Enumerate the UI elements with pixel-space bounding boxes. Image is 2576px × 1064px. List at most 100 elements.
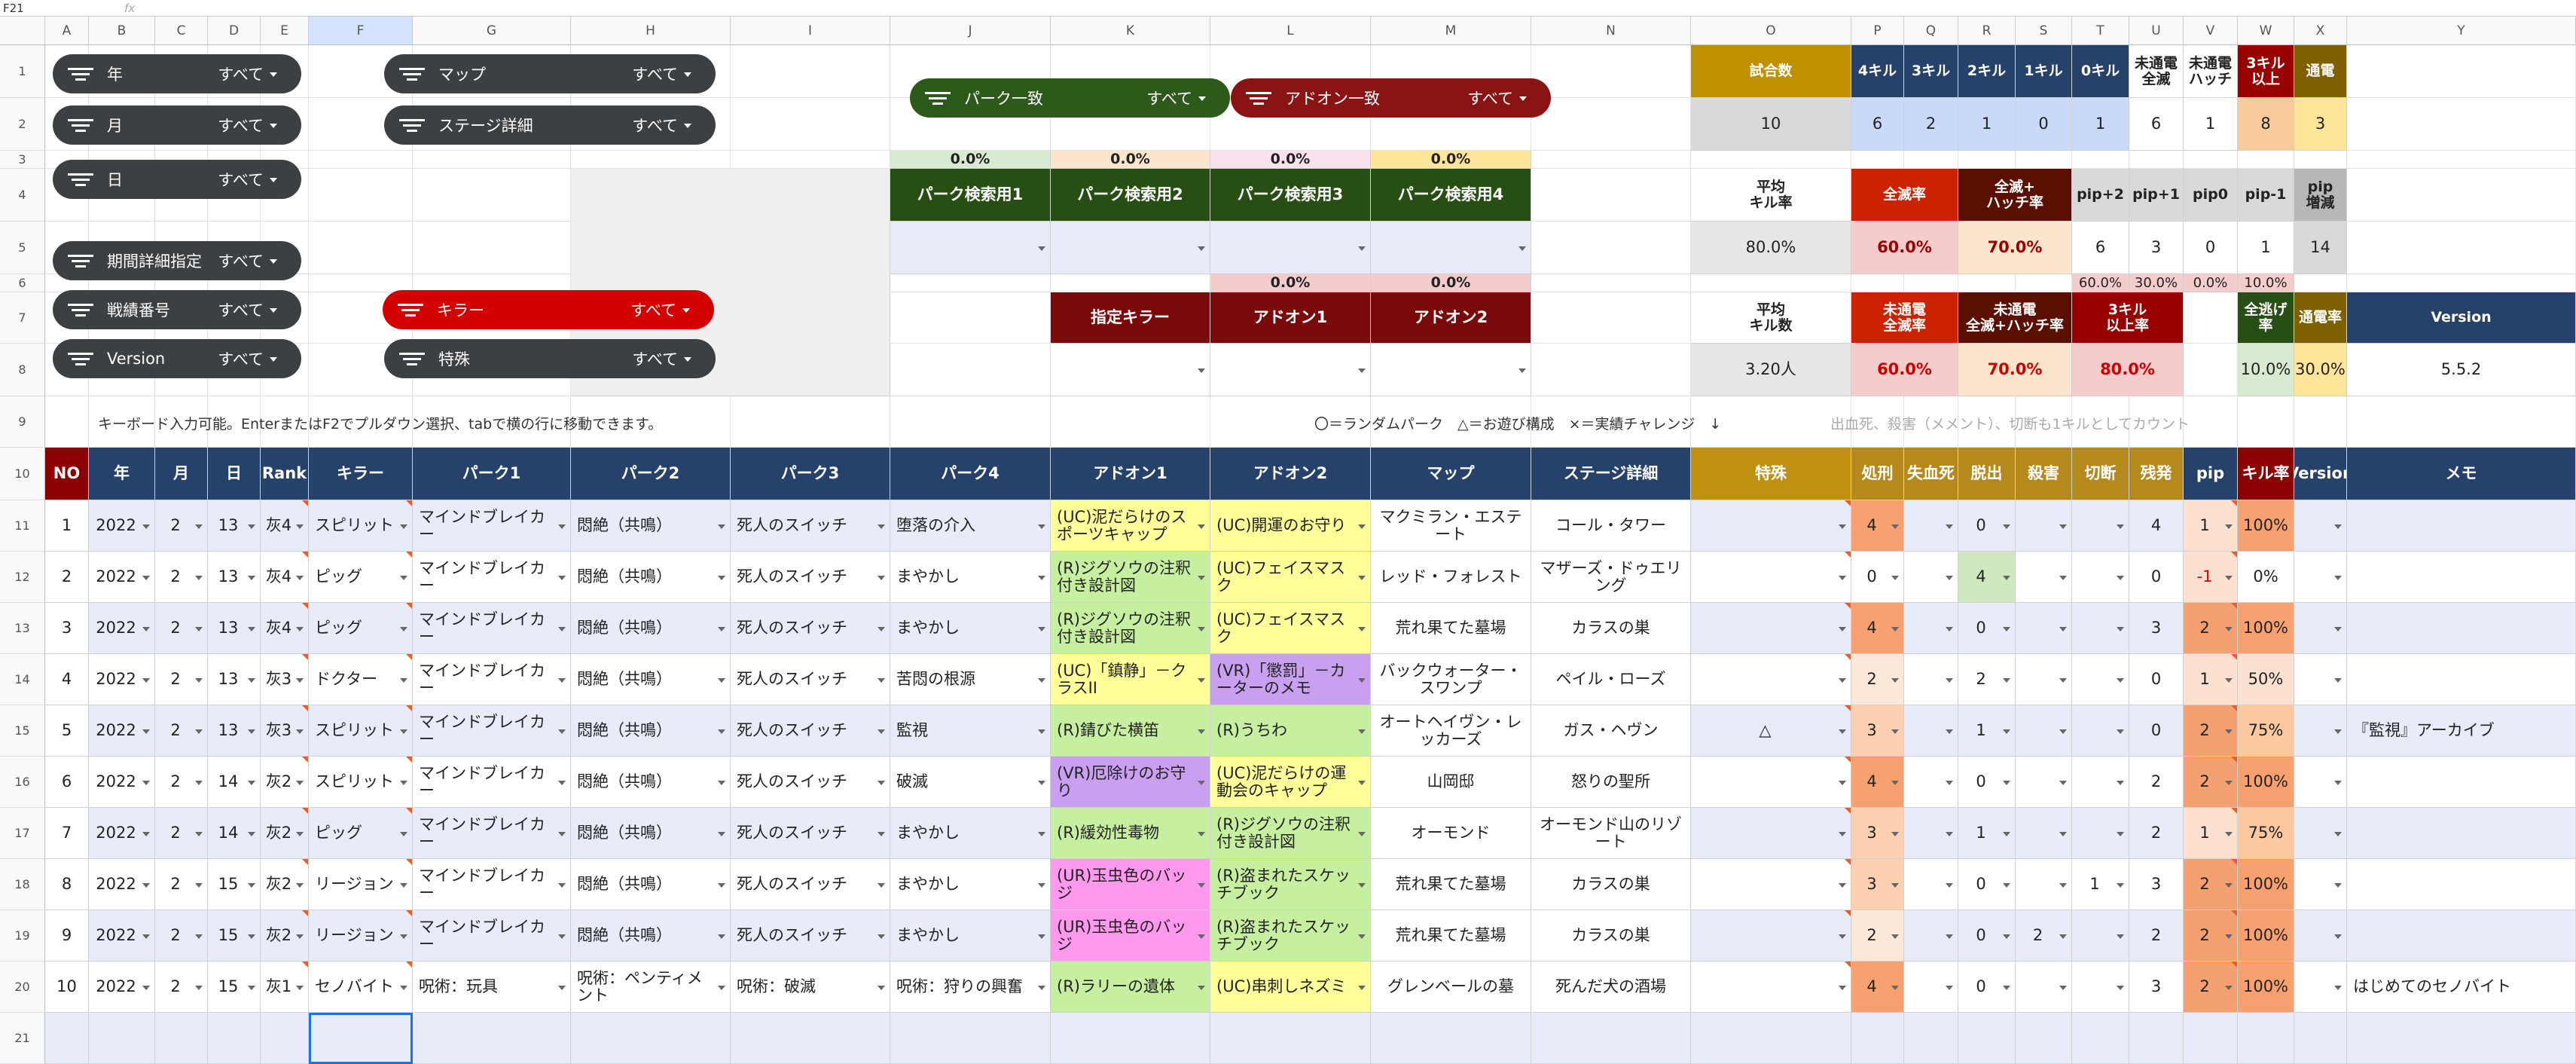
column-header-u[interactable]: U [2129,17,2184,45]
period-filter-chip[interactable]: 期間詳細指定 すべて [53,241,301,280]
table-cell[interactable]: 2 [155,552,208,603]
column-header-g[interactable]: G [413,17,571,45]
table-cell[interactable]: 灰4 [261,552,309,603]
row-header-16[interactable]: 16 [0,757,45,808]
table-cell[interactable]: 死人のスイッチ [731,705,890,757]
table-cell[interactable]: 2 [155,910,208,962]
table-cell[interactable]: (VR)厄除けのお守り [1051,757,1210,808]
table-cell[interactable]: 灰2 [261,910,309,962]
table-cell[interactable]: 15 [208,962,261,1013]
table-cell[interactable] [2016,603,2072,654]
table-cell[interactable]: 2022 [89,757,155,808]
table-cell[interactable]: 2 [155,757,208,808]
table-cell[interactable] [1691,500,1851,552]
table-cell[interactable]: 灰3 [261,654,309,705]
table-cell[interactable]: 1 [2184,500,2238,552]
column-header-l[interactable]: L [1210,17,1371,45]
table-cell[interactable]: まやかし [890,910,1051,962]
table-cell[interactable]: マインドブレイカー [413,859,571,910]
table-cell[interactable]: 13 [208,500,261,552]
table-cell[interactable]: 悶絶（共鳴） [571,654,731,705]
table-cell[interactable] [1904,654,1958,705]
table-cell[interactable] [1904,705,1958,757]
table-cell[interactable] [1691,808,1851,859]
table-cell[interactable]: (UC)フェイスマスク [1210,552,1371,603]
table-cell[interactable]: 2022 [89,910,155,962]
row-header-10[interactable]: 10 [0,448,45,500]
table-cell[interactable] [2294,654,2347,705]
table-cell[interactable]: 2 [155,859,208,910]
table-cell[interactable]: 2022 [89,705,155,757]
table-cell[interactable]: 13 [208,552,261,603]
table-cell[interactable] [2294,705,2347,757]
perk-search-dropdown[interactable] [1210,222,1371,274]
table-cell[interactable]: 2022 [89,500,155,552]
addon-search-dropdown[interactable] [1051,344,1210,396]
column-header-h[interactable]: H [571,17,731,45]
table-cell[interactable]: 1 [2184,808,2238,859]
column-header-v[interactable]: V [2184,17,2238,45]
row-header-14[interactable]: 14 [0,654,45,705]
column-header-y[interactable]: Y [2347,17,2576,45]
column-header-d[interactable]: D [208,17,261,45]
table-cell[interactable]: 14 [208,757,261,808]
column-header-w[interactable]: W [2238,17,2294,45]
column-header-a[interactable]: A [45,17,89,45]
column-header-s[interactable]: S [2016,17,2072,45]
table-cell[interactable]: 悶絶（共鳴） [571,500,731,552]
table-cell[interactable]: 13 [208,654,261,705]
table-cell[interactable]: 灰2 [261,808,309,859]
match-no-filter-chip[interactable]: 戦績番号 すべて [53,290,301,329]
table-cell[interactable]: リージョン [309,910,413,962]
table-cell[interactable]: (R)ジグソウの注釈付き設計図 [1051,603,1210,654]
table-cell[interactable]: まやかし [890,552,1051,603]
table-cell[interactable]: 2 [2184,910,2238,962]
stage-filter-chip[interactable]: ステージ詳細 すべて [384,105,716,145]
table-cell[interactable] [1904,859,1958,910]
table-cell[interactable] [2072,654,2129,705]
table-cell[interactable]: ピッグ [309,603,413,654]
table-cell[interactable] [2016,500,2072,552]
column-header-q[interactable]: Q [1904,17,1958,45]
table-cell[interactable]: (UC)串刺しネズミ [1210,962,1371,1013]
column-header-j[interactable]: J [890,17,1051,45]
day-filter-chip[interactable]: 日 すべて [53,160,301,199]
table-cell[interactable]: 死人のスイッチ [731,757,890,808]
table-cell[interactable]: 監視 [890,705,1051,757]
table-cell[interactable] [1904,910,1958,962]
year-filter-chip[interactable]: 年 すべて [53,54,301,93]
table-cell[interactable]: 2 [2184,859,2238,910]
table-cell[interactable]: スピリット [309,500,413,552]
addon-match-filter-chip[interactable]: アドオン一致 すべて [1231,78,1551,118]
table-cell[interactable]: (UC)フェイスマスク [1210,603,1371,654]
row-header-3[interactable]: 3 [0,151,45,169]
table-cell[interactable]: 2 [2184,962,2238,1013]
table-cell[interactable]: (VR)「懲罰」－カーターのメモ [1210,654,1371,705]
table-cell[interactable]: 死人のスイッチ [731,910,890,962]
table-cell[interactable]: 悶絶（共鳴） [571,705,731,757]
column-header-t[interactable]: T [2072,17,2129,45]
table-cell[interactable]: スピリット [309,705,413,757]
table-cell[interactable]: 死人のスイッチ [731,808,890,859]
row-header-4[interactable]: 4 [0,169,45,222]
table-cell[interactable]: 2 [1851,654,1904,705]
table-cell[interactable] [1691,654,1851,705]
table-cell[interactable] [2294,500,2347,552]
table-cell[interactable]: 0 [1958,757,2016,808]
row-header-6[interactable]: 6 [0,274,45,292]
table-cell[interactable]: ピッグ [309,552,413,603]
row-header-15[interactable]: 15 [0,705,45,757]
cell-reference-box[interactable]: F21 [3,1,101,16]
table-cell[interactable]: 2 [155,705,208,757]
table-cell[interactable]: 灰2 [261,757,309,808]
table-cell[interactable]: まやかし [890,808,1051,859]
table-cell[interactable]: 1 [2072,859,2129,910]
table-cell[interactable]: 2 [1958,654,2016,705]
table-cell[interactable] [1691,757,1851,808]
table-cell[interactable]: リージョン [309,859,413,910]
table-cell[interactable]: 0 [1851,552,1904,603]
table-cell[interactable]: マインドブレイカー [413,910,571,962]
table-cell[interactable]: (R)緩効性毒物 [1051,808,1210,859]
table-cell[interactable] [1904,808,1958,859]
row-header-7[interactable]: 7 [0,292,45,344]
